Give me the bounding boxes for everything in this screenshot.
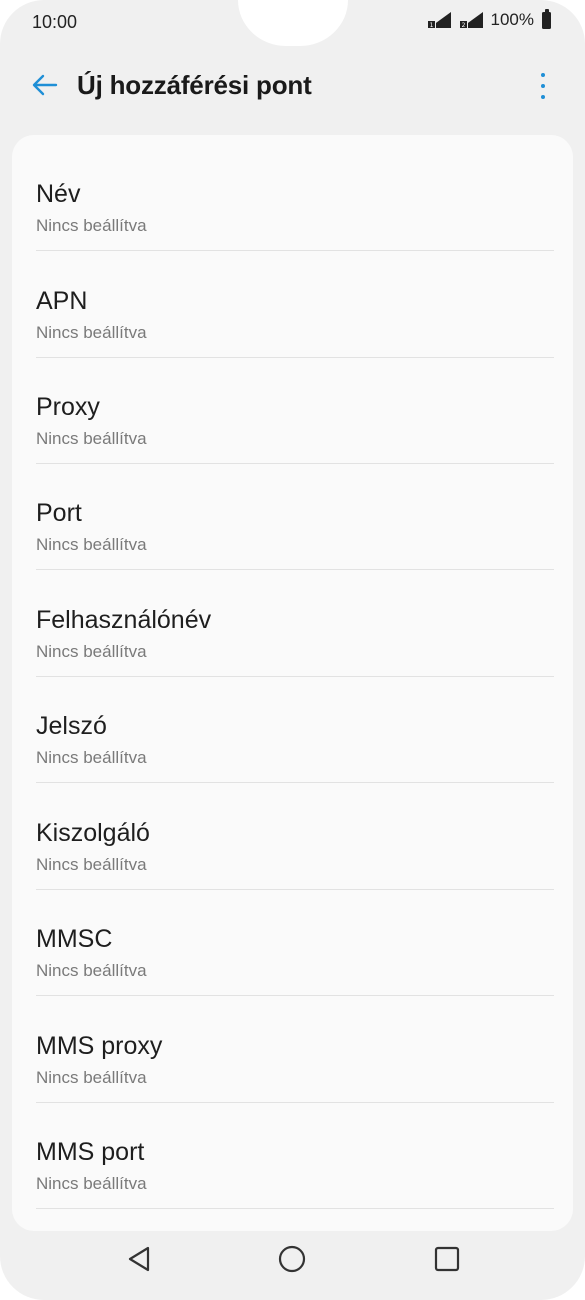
setting-value: Nincs beállítva	[36, 535, 147, 554]
battery-icon	[542, 8, 551, 29]
more-dot	[541, 95, 545, 99]
setting-value: Nincs beállítva	[36, 323, 147, 342]
phone-screen: 10:00 1 2 100% Új hozzáférési pont Név N…	[0, 0, 585, 1300]
setting-row-username[interactable]: Felhasználónév Nincs beállítva	[36, 570, 554, 677]
nav-recents-square-icon[interactable]	[427, 1239, 467, 1279]
setting-value: Nincs beállítva	[36, 642, 147, 661]
setting-row-apn[interactable]: APN Nincs beállítva	[36, 251, 554, 358]
nav-back-triangle-icon[interactable]	[120, 1239, 160, 1279]
setting-label: Proxy	[36, 393, 100, 421]
setting-label: MMSC	[36, 925, 113, 953]
setting-row-password[interactable]: Jelszó Nincs beállítva	[36, 676, 554, 783]
app-bar: Új hozzáférési pont	[0, 56, 585, 116]
setting-value: Nincs beállítva	[36, 961, 147, 980]
camera-notch	[238, 0, 348, 46]
setting-row-mms-port[interactable]: MMS port Nincs beállítva	[36, 1102, 554, 1209]
sim1-signal-icon: 1	[426, 12, 451, 29]
setting-label: Név	[36, 180, 81, 208]
svg-text:1: 1	[429, 22, 433, 29]
battery-percent: 100%	[490, 10, 534, 29]
status-icons: 1 2 100%	[425, 8, 551, 30]
setting-row-mmsc[interactable]: MMSC Nincs beállítva	[36, 889, 554, 996]
setting-value: Nincs beállítva	[36, 216, 147, 235]
arrow-left-icon[interactable]	[30, 70, 60, 100]
setting-label: Kiszolgáló	[36, 819, 150, 847]
setting-value: Nincs beállítva	[36, 1174, 147, 1193]
status-bar: 10:00 1 2 100%	[0, 0, 585, 46]
setting-value: Nincs beállítva	[36, 748, 147, 767]
setting-row-name[interactable]: Név Nincs beállítva	[36, 144, 554, 251]
setting-label: Felhasználónév	[36, 606, 212, 634]
setting-row-proxy[interactable]: Proxy Nincs beállítva	[36, 357, 554, 464]
setting-label: MMS port	[36, 1138, 145, 1166]
page-title: Új hozzáférési pont	[77, 70, 312, 100]
setting-label: Jelszó	[36, 712, 107, 740]
setting-row-mms-proxy[interactable]: MMS proxy Nincs beállítva	[36, 996, 554, 1103]
setting-value: Nincs beállítva	[36, 429, 147, 448]
setting-label: MMS proxy	[36, 1032, 163, 1060]
setting-label: APN	[36, 287, 88, 315]
svg-text:2: 2	[461, 22, 465, 29]
more-dot	[541, 84, 545, 88]
status-time: 10:00	[32, 12, 78, 32]
setting-value: Nincs beállítva	[36, 1068, 147, 1087]
setting-label: Port	[36, 499, 82, 527]
setting-row-port[interactable]: Port Nincs beállítva	[36, 463, 554, 570]
more-dot	[541, 73, 545, 77]
settings-list: Név Nincs beállítva APN Nincs beállítva …	[12, 135, 573, 1231]
more-vert-icon[interactable]	[533, 70, 553, 102]
sim2-signal-icon: 2	[458, 12, 483, 29]
setting-row-server[interactable]: Kiszolgáló Nincs beállítva	[36, 783, 554, 890]
setting-value: Nincs beállítva	[36, 855, 147, 874]
navigation-bar	[0, 1231, 585, 1300]
nav-home-circle-icon[interactable]	[272, 1239, 312, 1279]
